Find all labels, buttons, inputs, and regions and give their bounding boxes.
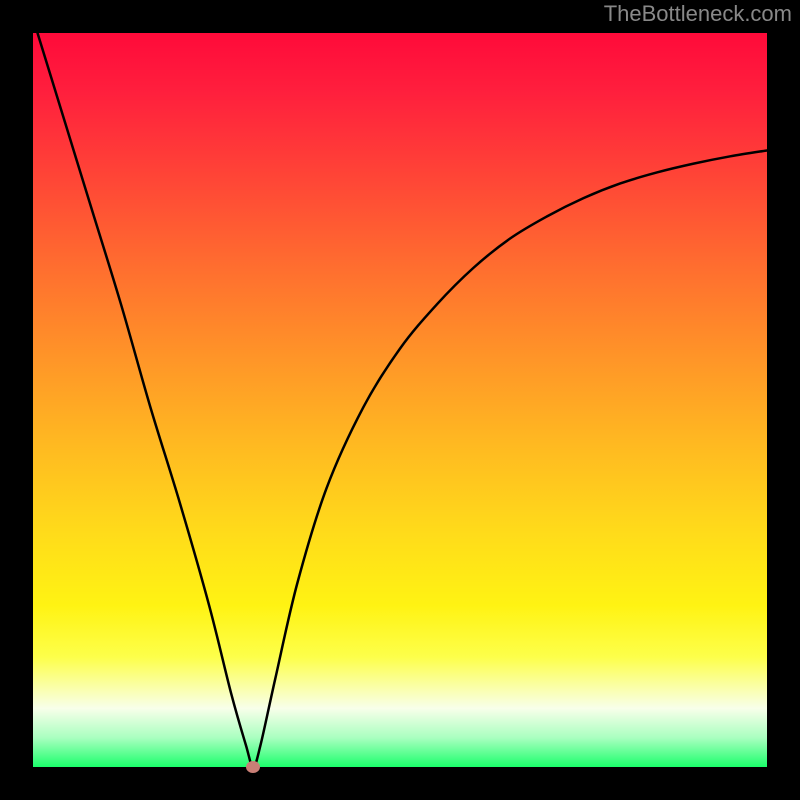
bottleneck-curve-path xyxy=(33,33,767,767)
plot-area xyxy=(33,33,767,767)
optimal-point-marker xyxy=(246,761,260,773)
curve-svg xyxy=(33,33,767,767)
watermark-text: TheBottleneck.com xyxy=(604,1,792,27)
